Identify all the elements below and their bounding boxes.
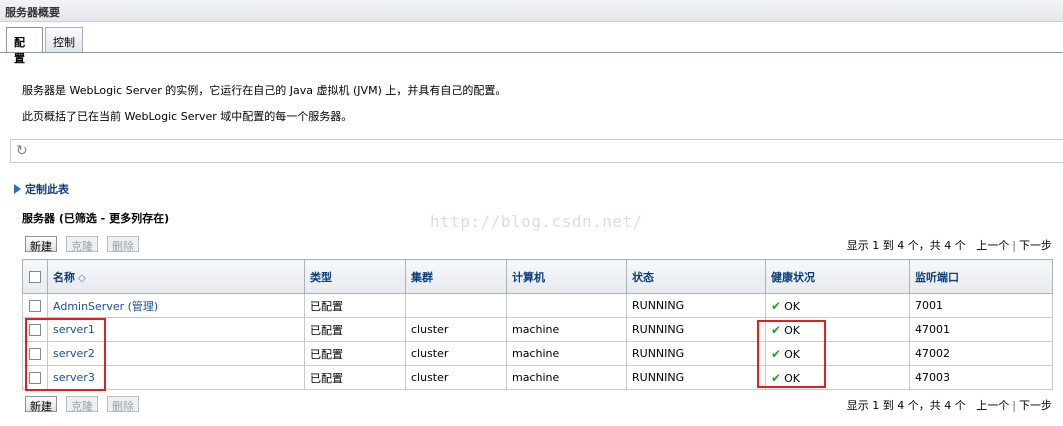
watermark: http://blog.csdn.net/ [430,212,643,231]
pager: 显示 1 到 4 个，共 4 个 上一个 | 下一步 [847,397,1052,413]
state-cell: RUNNING [626,365,766,390]
pager-prev-link[interactable]: 上一个 [976,239,1009,252]
section-title: 服务器 (已筛选 - 更多列存在) [22,212,170,225]
server-name-link[interactable]: AdminServer (管理) [53,300,158,313]
row-checkbox[interactable] [29,300,41,312]
cluster-cell: cluster [405,317,507,342]
page-header: 服务器概要 [0,0,1063,22]
refresh-icon[interactable]: ↻ [16,143,28,159]
column-header-type[interactable]: 类型 [304,259,406,294]
tab-control[interactable]: 控制 [45,27,83,52]
table-header-row: 名称 ◇ 类型 集群 计算机 状态 健康状况 监听端口 [22,259,1053,294]
column-header-cluster[interactable]: 集群 [405,259,507,294]
port-cell: 47001 [909,317,1053,342]
select-all-cell [22,259,48,294]
pager-prev-link[interactable]: 上一个 [976,399,1009,412]
page-title: 服务器概要 [5,6,60,19]
delete-button[interactable]: 删除 [107,236,139,253]
type-cell: 已配置 [304,293,406,318]
customize-table-link[interactable]: 定制此表 [14,181,69,197]
row-select-cell [22,293,48,318]
clone-button[interactable]: 克隆 [66,236,98,253]
select-all-checkbox[interactable] [29,271,41,283]
column-header-port[interactable]: 监听端口 [909,259,1053,294]
new-button[interactable]: 新建 [25,236,57,253]
description-line-2: 此页概括了已在当前 WebLogic Server 域中配置的每一个服务器。 [22,110,353,123]
table-row: AdminServer (管理) 已配置 RUNNING ✔ OK 7001 [22,293,1053,318]
port-cell: 47002 [909,341,1053,366]
description-line-1: 服务器是 WebLogic Server 的实例，它运行在自己的 Java 虚拟… [22,84,507,97]
tab-divider [0,52,1063,53]
type-cell: 已配置 [304,365,406,390]
state-cell: RUNNING [626,341,766,366]
pager-summary: 显示 1 到 4 个，共 4 个 [846,399,966,412]
server-name-cell: AdminServer (管理) [47,293,305,318]
customize-label: 定制此表 [25,183,69,196]
state-cell: RUNNING [626,293,766,318]
delete-button[interactable]: 删除 [107,396,139,413]
column-header-health[interactable]: 健康状况 [765,259,910,294]
cluster-cell: cluster [405,365,507,390]
pager-separator: | [1012,239,1016,252]
pager-next-link[interactable]: 下一步 [1019,239,1052,252]
table-toolbar-bottom: 新建 克隆 删除 显示 1 到 4 个，共 4 个 上一个 | 下一步 [22,394,1052,416]
column-header-machine[interactable]: 计算机 [506,259,627,294]
expand-triangle-icon [14,184,21,194]
health-cell: ✔ OK [765,293,910,318]
pager: 显示 1 到 4 个，共 4 个 上一个 | 下一步 [847,237,1052,253]
machine-cell: machine [506,365,627,390]
machine-cell [506,293,627,318]
cluster-cell [405,293,507,318]
table-row: server2 已配置 cluster machine RUNNING ✔ OK … [22,341,1053,366]
check-icon: ✔ [771,298,782,313]
pager-separator: | [1012,399,1016,412]
tab-configuration[interactable]: 配置 [6,27,43,65]
type-cell: 已配置 [304,341,406,366]
new-button[interactable]: 新建 [25,396,57,413]
pager-summary: 显示 1 到 4 个，共 4 个 [846,239,966,252]
highlight-box-health [757,320,826,388]
sort-icon[interactable]: ◇ [78,273,86,284]
type-cell: 已配置 [304,317,406,342]
servers-table: 名称 ◇ 类型 集群 计算机 状态 健康状况 监听端口 AdminServer (… [22,259,1053,390]
clone-button[interactable]: 克隆 [66,396,98,413]
port-cell: 7001 [909,293,1053,318]
table-toolbar-top: 新建 克隆 删除 显示 1 到 4 个，共 4 个 上一个 | 下一步 [22,234,1052,256]
table-row: server1 已配置 cluster machine RUNNING ✔ OK … [22,317,1053,342]
highlight-box-names [25,318,106,391]
machine-cell: machine [506,341,627,366]
cluster-cell: cluster [405,341,507,366]
port-cell: 47003 [909,365,1053,390]
table-row: server3 已配置 cluster machine RUNNING ✔ OK … [22,365,1053,390]
column-header-name[interactable]: 名称 ◇ [47,259,305,294]
health-value: OK [784,299,800,313]
column-header-state[interactable]: 状态 [626,259,766,294]
state-cell: RUNNING [626,317,766,342]
pager-next-link[interactable]: 下一步 [1019,399,1052,412]
refresh-bar: ↻ [10,139,1063,163]
column-label-name: 名称 [53,270,75,284]
machine-cell: machine [506,317,627,342]
